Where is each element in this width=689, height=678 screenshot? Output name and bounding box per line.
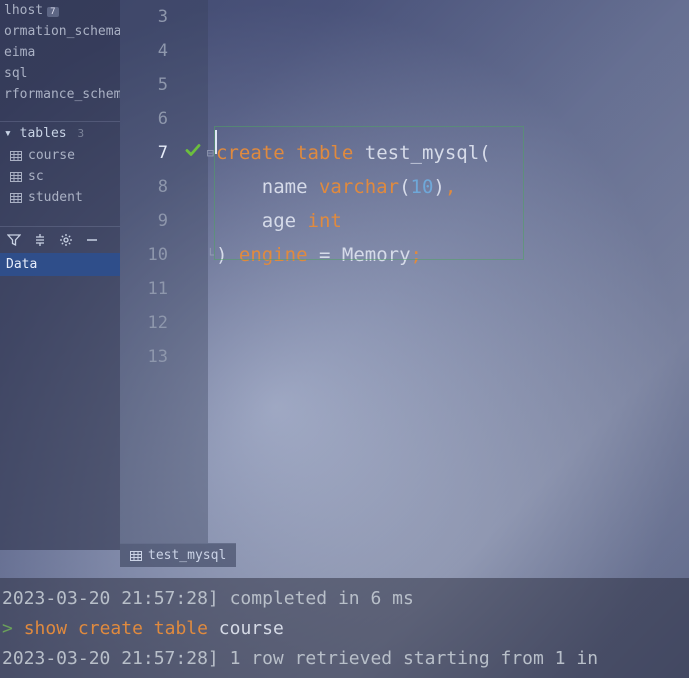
- tables-label: tables: [20, 126, 67, 141]
- line-number: 6: [120, 102, 208, 136]
- line-number: 11: [120, 272, 208, 306]
- table-icon: [10, 193, 22, 203]
- table-icon: [130, 551, 142, 561]
- tables-header[interactable]: ▾ tables 3: [0, 121, 120, 145]
- check-icon: [184, 142, 202, 165]
- database-sidebar: lhost7ormation_schemaeimasqlrformance_sc…: [0, 0, 120, 550]
- table-item[interactable]: course: [0, 145, 120, 166]
- database-item[interactable]: eima: [0, 42, 120, 63]
- count-badge: 7: [47, 7, 58, 17]
- line-number: 13: [120, 340, 208, 374]
- database-item[interactable]: ormation_schema: [0, 21, 120, 42]
- line-number: 8: [120, 170, 208, 204]
- table-name: course: [28, 148, 75, 163]
- tables-count: 3: [77, 127, 84, 140]
- editor-tab[interactable]: test_mysql: [120, 543, 236, 567]
- code-line[interactable]: [216, 68, 689, 102]
- table-icon: [10, 151, 22, 161]
- line-number: 7⊟: [120, 136, 208, 170]
- console-line: > show create table course: [2, 614, 687, 644]
- line-number: 5: [120, 68, 208, 102]
- line-number: 12: [120, 306, 208, 340]
- code-line[interactable]: [216, 102, 689, 136]
- code-line[interactable]: age int: [216, 204, 689, 238]
- collapse-icon[interactable]: [32, 232, 48, 248]
- gear-icon[interactable]: [58, 232, 74, 248]
- tab-label: test_mysql: [148, 548, 226, 563]
- line-number: 3: [120, 0, 208, 34]
- text-caret: [215, 130, 217, 154]
- code-editor[interactable]: 34567⊟8910└111213 create table test_mysq…: [120, 0, 689, 543]
- table-name: sc: [28, 169, 44, 184]
- minimize-icon[interactable]: [84, 232, 100, 248]
- code-line[interactable]: ) engine = Memory;: [216, 238, 689, 272]
- sidebar-toolbar: [0, 226, 120, 253]
- code-line[interactable]: [216, 272, 689, 306]
- console-line: 2023-03-20 21:57:28] completed in 6 ms: [2, 584, 687, 614]
- line-number: 10└: [120, 238, 208, 272]
- code-area[interactable]: create table test_mysql( name varchar(10…: [208, 0, 689, 543]
- code-line[interactable]: [216, 0, 689, 34]
- line-gutter: 34567⊟8910└111213: [120, 0, 208, 543]
- console-line: 2023-03-20 21:57:28] 1 row retrieved sta…: [2, 644, 687, 674]
- code-line[interactable]: [216, 306, 689, 340]
- table-item[interactable]: sc: [0, 166, 120, 187]
- table-name: student: [28, 190, 83, 205]
- database-item[interactable]: sql: [0, 63, 120, 84]
- expand-icon: ▾: [4, 126, 20, 141]
- line-number: 4: [120, 34, 208, 68]
- active-panel-tab[interactable]: Data: [0, 253, 120, 276]
- table-icon: [10, 172, 22, 182]
- code-line[interactable]: name varchar(10),: [216, 170, 689, 204]
- line-number: 9: [120, 204, 208, 238]
- database-item[interactable]: rformance_schem: [0, 84, 120, 105]
- code-line[interactable]: [216, 340, 689, 374]
- filter-icon[interactable]: [6, 232, 22, 248]
- output-console[interactable]: 2023-03-20 21:57:28] completed in 6 ms >…: [0, 578, 689, 678]
- code-line[interactable]: create table test_mysql(: [216, 136, 689, 170]
- database-item[interactable]: lhost7: [0, 0, 120, 21]
- table-item[interactable]: student: [0, 187, 120, 208]
- code-line[interactable]: [216, 34, 689, 68]
